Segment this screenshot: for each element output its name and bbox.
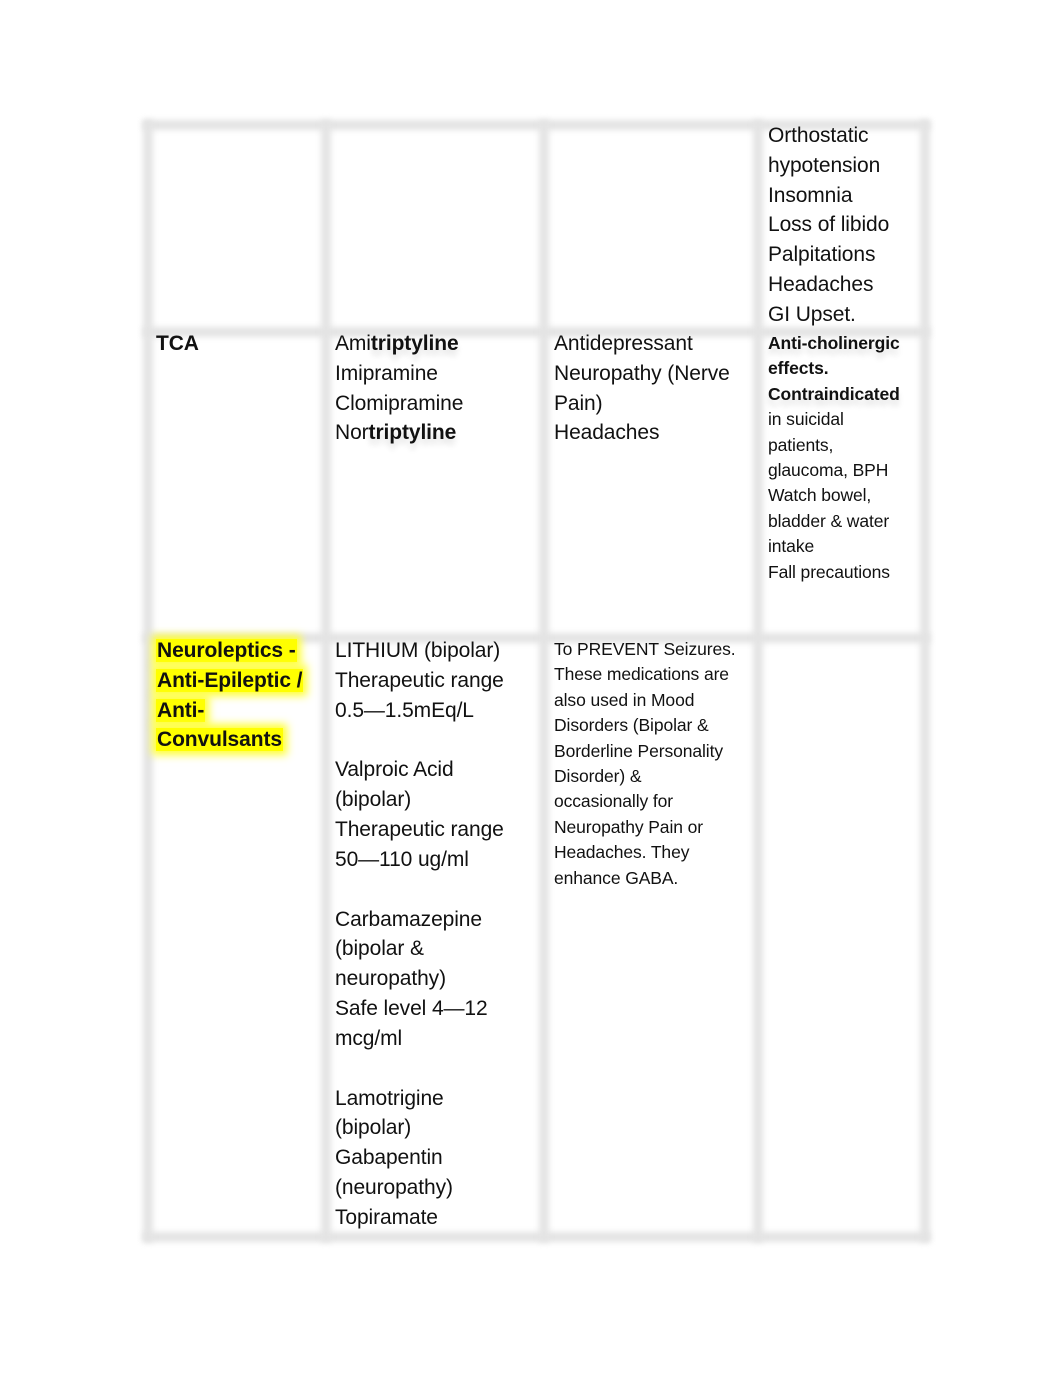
drug-class-label: Anti-Epileptic / bbox=[156, 666, 321, 696]
use-line: Disorder) & bbox=[554, 766, 642, 787]
note-line: intake bbox=[768, 536, 815, 557]
drug-class-label: Anti- bbox=[156, 696, 321, 726]
drug-line: Lamotrigine bbox=[335, 1086, 444, 1110]
drug-class-label: Neuroleptics - bbox=[156, 636, 321, 666]
note-line: effects. bbox=[768, 358, 829, 379]
drug-line: Topiramate bbox=[335, 1205, 438, 1229]
note-line: GI Upset. bbox=[768, 302, 856, 326]
drug-line: LITHIUM (bipolar) bbox=[335, 639, 501, 662]
column-divider bbox=[753, 120, 763, 1242]
drug-line: Therapeutic range bbox=[335, 817, 504, 841]
note-line: Headaches bbox=[768, 272, 874, 296]
row2-notes-cell: Anti-cholinergic effects. Contraindicate… bbox=[768, 331, 923, 585]
note-line: Anti-cholinergic bbox=[768, 333, 900, 353]
highlighted-text: Convulsants bbox=[156, 728, 283, 752]
drug-group-carbamazepine: Carbamazepine (bipolar & neuropathy) Saf… bbox=[335, 905, 540, 1054]
use-line: Pain) bbox=[554, 391, 603, 415]
drug-group-lithium: LITHIUM (bipolar) Therapeutic range 0.5—… bbox=[335, 636, 540, 725]
note-line: Palpitations bbox=[768, 243, 876, 267]
use-line: Disorders (Bipolar & bbox=[554, 715, 709, 736]
highlighted-text: Neuroleptics - bbox=[156, 639, 297, 662]
drug-name-prefix: Clomipramine bbox=[335, 391, 464, 415]
drug-name-prefix: Nor bbox=[335, 421, 369, 445]
use-line: Borderline Personality bbox=[554, 740, 723, 761]
use-line: Neuropathy (Nerve bbox=[554, 361, 730, 385]
drug-name-prefix: Ami bbox=[335, 332, 371, 355]
row1-notes-cell: Orthostatic hypotension Insomnia Loss of… bbox=[768, 121, 923, 330]
drug-class-label: TCA bbox=[156, 332, 199, 355]
row2-drugs-cell: Amitriptyline Imipramine Clomipramine No… bbox=[335, 329, 540, 448]
note-line: bladder & water bbox=[768, 510, 890, 531]
note-line: Watch bowel, bbox=[768, 485, 872, 506]
use-line: Neuropathy Pain or bbox=[554, 816, 703, 837]
use-line: Antidepressant bbox=[554, 332, 693, 355]
drug-line: Carbamazepine bbox=[335, 907, 482, 931]
column-divider bbox=[321, 120, 331, 1242]
drug-line: (bipolar & bbox=[335, 937, 424, 961]
document-page: Orthostatic hypotension Insomnia Loss of… bbox=[0, 0, 1062, 1377]
note-line: in suicidal bbox=[768, 409, 844, 430]
note-line: Insomnia bbox=[768, 183, 853, 207]
use-line: enhance GABA. bbox=[554, 867, 679, 888]
drug-name: Amitriptyline bbox=[335, 329, 540, 359]
drug-name: Clomipramine bbox=[335, 389, 540, 419]
drug-line: 0.5—1.5mEq/L bbox=[335, 698, 474, 722]
highlighted-text: Anti-Epileptic / bbox=[156, 668, 304, 692]
table-border-bottom bbox=[143, 1232, 930, 1242]
row3-uses-cell: To PREVENT Seizures. These medications a… bbox=[554, 637, 752, 891]
drug-line: mcg/ml bbox=[335, 1026, 403, 1050]
note-line: Orthostatic bbox=[768, 124, 869, 147]
use-line: These medications are bbox=[554, 664, 729, 685]
use-line: also used in Mood bbox=[554, 689, 695, 710]
drug-group-valproic-acid: Valproic Acid (bipolar) Therapeutic rang… bbox=[335, 755, 540, 874]
drug-group-others: Lamotrigine (bipolar) Gabapentin (neurop… bbox=[335, 1084, 540, 1233]
drug-name-bold-suffix: triptyline bbox=[370, 332, 459, 355]
drug-name-bold-suffix: triptyline bbox=[368, 421, 457, 445]
drug-line: (bipolar) bbox=[335, 788, 412, 812]
note-line: hypotension bbox=[768, 153, 881, 177]
drug-line: Safe level 4—12 bbox=[335, 996, 488, 1020]
use-line: occasionally for bbox=[554, 791, 674, 812]
drug-line: (neuropathy) bbox=[335, 1175, 453, 1199]
note-line: patients, bbox=[768, 434, 834, 455]
row3-class-cell: Neuroleptics - Anti-Epileptic / Anti- Co… bbox=[156, 636, 321, 755]
use-line: Headaches. They bbox=[554, 842, 690, 863]
row3-drugs-cell: LITHIUM (bipolar) Therapeutic range 0.5—… bbox=[335, 636, 540, 1233]
drug-name-prefix: Imipramine bbox=[335, 361, 438, 385]
drug-line: Gabapentin bbox=[335, 1146, 443, 1170]
drug-name: Nortriptyline bbox=[335, 418, 540, 448]
row2-uses-cell: Antidepressant Neuropathy (Nerve Pain) H… bbox=[554, 329, 752, 448]
note-line: Contraindicated bbox=[768, 383, 900, 404]
drug-name: Imipramine bbox=[335, 359, 540, 389]
row2-class-cell: TCA bbox=[156, 329, 321, 359]
note-line: glaucoma, BPH bbox=[768, 460, 889, 481]
column-divider bbox=[539, 120, 549, 1242]
drug-line: Valproic Acid bbox=[335, 758, 454, 782]
use-line: Headaches bbox=[554, 421, 660, 445]
drug-line: neuropathy) bbox=[335, 967, 446, 991]
highlighted-text: Anti- bbox=[156, 698, 206, 722]
drug-line: Therapeutic range bbox=[335, 668, 504, 692]
drug-line: (bipolar) bbox=[335, 1116, 412, 1140]
note-line: Fall precautions bbox=[768, 561, 890, 582]
note-line: Loss of libido bbox=[768, 213, 890, 237]
drug-class-label: Convulsants bbox=[156, 725, 321, 755]
table-border-left bbox=[143, 120, 153, 1242]
use-line: To PREVENT Seizures. bbox=[554, 639, 736, 659]
drug-line: 50—110 ug/ml bbox=[335, 847, 469, 871]
